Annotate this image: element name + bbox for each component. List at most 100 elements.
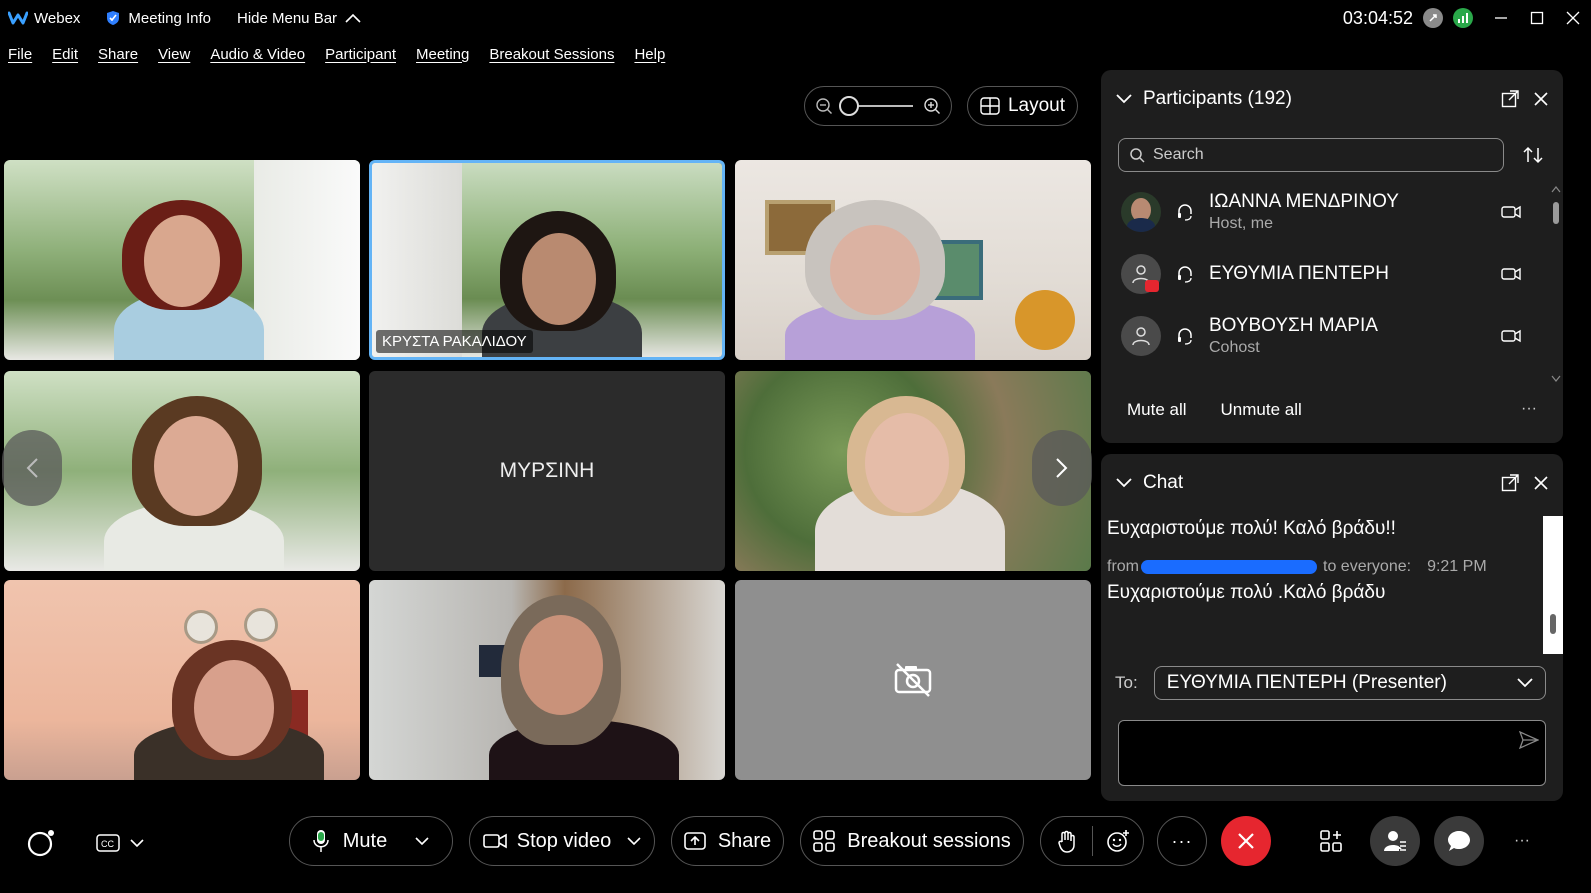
zoom-out-icon[interactable] bbox=[815, 97, 833, 115]
participant-face bbox=[154, 416, 238, 516]
reactions-group bbox=[1040, 816, 1144, 866]
user-icon bbox=[1132, 327, 1150, 346]
mute-all-button[interactable]: Mute all bbox=[1127, 400, 1187, 420]
breakout-sessions-button[interactable]: Breakout sessions bbox=[800, 816, 1024, 866]
participant-row[interactable]: ΒΟΥΒΟΥΣΗ ΜΑΡΙΑ Cohost bbox=[1121, 308, 1521, 364]
participant-row[interactable]: ΕΥΘΥΜΙΑ ΠΕΝΤΕΡΗ bbox=[1121, 246, 1521, 302]
chat-recipient-value: ΕΥΘΥΜΙΑ ΠΕΝΤΕΡΗ (Presenter) bbox=[1166, 672, 1447, 693]
hide-menu-label: Hide Menu Bar bbox=[236, 9, 338, 27]
network-stats-icon[interactable] bbox=[1453, 8, 1473, 28]
hide-menu-bar-button[interactable]: Hide Menu Bar bbox=[237, 10, 361, 27]
menu-view[interactable]: View bbox=[158, 46, 190, 63]
chevron-left-icon bbox=[26, 458, 38, 478]
participant-role: Host, me bbox=[1209, 215, 1274, 232]
camera-off-icon bbox=[894, 663, 932, 697]
chat-recipient-select[interactable]: ΕΥΘΥΜΙΑ ΠΕΝΤΕΡΗ (Presenter) bbox=[1153, 666, 1546, 700]
redacted-sender bbox=[1141, 560, 1317, 574]
pop-out-icon[interactable] bbox=[1501, 90, 1519, 108]
mute-button[interactable]: Mute bbox=[289, 816, 453, 866]
menu-file[interactable]: File bbox=[8, 46, 32, 63]
reactions-button[interactable] bbox=[1093, 829, 1143, 853]
video-camera-icon bbox=[1501, 267, 1521, 281]
apps-button[interactable] bbox=[1306, 816, 1356, 866]
menu-audio-video[interactable]: Audio & Video bbox=[210, 46, 305, 63]
video-tile[interactable] bbox=[4, 580, 360, 780]
participant-name: ΕΥΘΥΜΙΑ ΠΕΝΤΕΡΗ bbox=[1209, 263, 1389, 284]
participant-name: ΙΩΑΝΝΑ ΜΕΝΔΡΙΝΟΥ bbox=[1209, 191, 1399, 212]
chat-to-everyone: to everyone: bbox=[1323, 558, 1412, 575]
share-label: Share bbox=[717, 829, 772, 852]
breakout-label: Breakout sessions bbox=[847, 829, 1011, 852]
chat-scrollbar[interactable] bbox=[1543, 516, 1563, 654]
search-placeholder: Search bbox=[1153, 146, 1204, 163]
menu-edit[interactable]: Edit bbox=[52, 46, 78, 63]
chat-toggle-button[interactable] bbox=[1434, 816, 1484, 866]
participant-face bbox=[144, 215, 220, 307]
maximize-icon bbox=[1530, 11, 1544, 25]
headset-audio-icon bbox=[1178, 266, 1192, 283]
more-options-button[interactable]: ··· bbox=[1157, 816, 1207, 866]
chat-message-input[interactable] bbox=[1118, 720, 1546, 786]
closed-captions-icon: CC bbox=[96, 834, 120, 852]
flower-vase bbox=[1015, 290, 1075, 350]
chevron-down-icon[interactable] bbox=[415, 837, 429, 845]
close-panel-icon[interactable] bbox=[1533, 475, 1549, 491]
maximize-button[interactable] bbox=[1519, 0, 1555, 36]
meeting-info-label: Meeting Info bbox=[128, 9, 211, 27]
minimize-button[interactable] bbox=[1483, 0, 1519, 36]
collapse-chevron-icon[interactable] bbox=[1115, 93, 1133, 105]
close-icon bbox=[1238, 833, 1254, 849]
previous-page-button[interactable] bbox=[2, 430, 62, 506]
participants-title: Participants (192) bbox=[1143, 88, 1292, 109]
meeting-info-button[interactable]: Meeting Info bbox=[106, 10, 211, 27]
close-window-button[interactable] bbox=[1555, 0, 1591, 36]
stop-video-label: Stop video bbox=[516, 829, 612, 852]
ai-assistant-button[interactable] bbox=[24, 826, 58, 860]
chevron-down-icon bbox=[130, 839, 144, 847]
participant-search-input[interactable]: Search bbox=[1118, 138, 1504, 172]
zoom-slider[interactable] bbox=[839, 96, 913, 116]
menu-share[interactable]: Share bbox=[98, 46, 138, 63]
video-tile[interactable] bbox=[735, 160, 1091, 360]
participants-toggle-button[interactable] bbox=[1370, 816, 1420, 866]
toolbar-more-button[interactable]: ··· bbox=[1500, 816, 1544, 866]
leave-meeting-button[interactable] bbox=[1221, 816, 1271, 866]
chevron-up-icon bbox=[345, 13, 361, 23]
sort-icon[interactable] bbox=[1523, 146, 1543, 164]
next-page-button[interactable] bbox=[1032, 430, 1092, 506]
layout-button[interactable]: Layout bbox=[967, 86, 1078, 126]
menu-meeting[interactable]: Meeting bbox=[416, 46, 469, 63]
chevron-down-icon[interactable] bbox=[627, 837, 641, 845]
chevron-down-icon bbox=[1517, 678, 1533, 688]
raise-hand-button[interactable] bbox=[1042, 829, 1092, 853]
pop-out-icon[interactable] bbox=[1501, 474, 1519, 492]
connection-icon[interactable] bbox=[1423, 8, 1443, 28]
participant-row[interactable]: ΙΩΑΝΝΑ ΜΕΝΔΡΙΝΟΥ Host, me bbox=[1121, 184, 1521, 240]
menu-participant[interactable]: Participant bbox=[325, 46, 396, 63]
video-tile[interactable] bbox=[369, 580, 725, 780]
menu-breakout-sessions[interactable]: Breakout Sessions bbox=[489, 46, 614, 63]
wall-plate bbox=[244, 608, 278, 642]
share-button[interactable]: Share bbox=[671, 816, 784, 866]
stop-video-button[interactable]: Stop video bbox=[469, 816, 655, 866]
participants-more-button[interactable]: ··· bbox=[1521, 400, 1537, 418]
chat-messages: Ευχαριστούμε πολύ! Καλό βράδυ!! from to … bbox=[1107, 518, 1537, 604]
unmute-all-button[interactable]: Unmute all bbox=[1221, 400, 1302, 420]
video-tile-camera-off[interactable]: ΜΥΡΣΙΝΗ bbox=[369, 371, 725, 571]
participants-scrollbar[interactable] bbox=[1551, 184, 1561, 384]
video-tile-active-speaker[interactable]: ΚΡΥΣΤΑ ΡΑΚΑΛΙΔΟΥ bbox=[369, 160, 725, 360]
participant-face bbox=[519, 615, 603, 715]
participants-panel: Participants (192) Search ΙΩΑΝΝΑ ΜΕΝΔΡΙΝ… bbox=[1101, 70, 1563, 443]
zoom-in-icon[interactable] bbox=[923, 97, 941, 115]
close-panel-icon[interactable] bbox=[1533, 91, 1549, 107]
chat-title: Chat bbox=[1143, 472, 1184, 493]
participant-name-placeholder: ΜΥΡΣΙΝΗ bbox=[499, 459, 595, 482]
video-tile-video-off[interactable] bbox=[735, 580, 1091, 780]
video-camera-icon bbox=[482, 833, 507, 849]
zoom-slider-knob[interactable] bbox=[839, 96, 859, 116]
send-icon[interactable] bbox=[1519, 731, 1539, 749]
collapse-chevron-icon[interactable] bbox=[1115, 477, 1133, 489]
video-tile[interactable] bbox=[4, 160, 360, 360]
closed-captions-button[interactable]: CC bbox=[92, 826, 148, 860]
menu-help[interactable]: Help bbox=[634, 46, 665, 63]
